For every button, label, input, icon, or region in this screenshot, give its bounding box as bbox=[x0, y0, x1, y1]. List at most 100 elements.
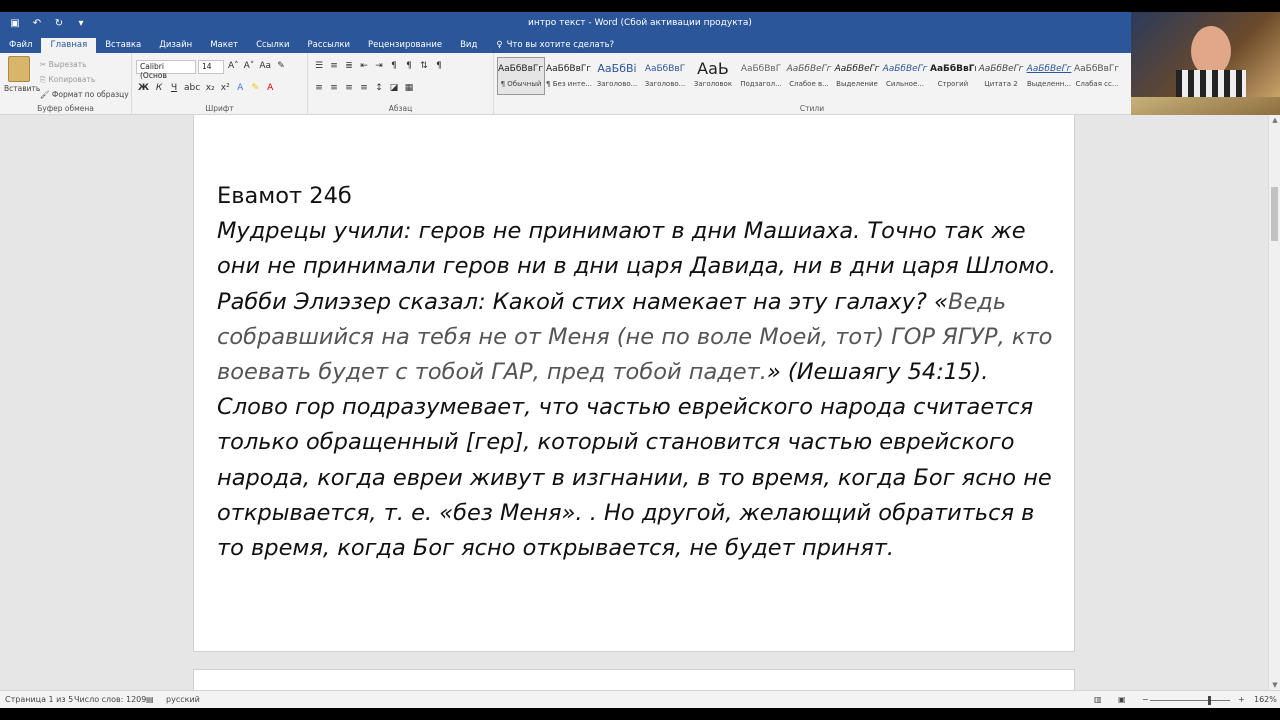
show-marks-icon[interactable]: ¶ bbox=[434, 61, 444, 71]
style-intense-quote[interactable]: АаБбВеГг Выделенн... bbox=[1025, 57, 1073, 95]
justify-icon[interactable]: ≡ bbox=[359, 83, 369, 93]
strikethrough-icon[interactable]: abc bbox=[184, 83, 200, 93]
style-heading-1[interactable]: АаБбВі Заголово... bbox=[593, 57, 641, 95]
multilevel-list-icon[interactable]: ≣ bbox=[344, 61, 354, 71]
status-bar: Страница 1 из 5 Число слов: 1209 ▤ русск… bbox=[0, 690, 1280, 708]
rtl-icon[interactable]: ¶ bbox=[404, 61, 414, 71]
tell-me-search[interactable]: ♀ Что вы хотите сделать? bbox=[486, 38, 614, 53]
subscript-icon[interactable]: x₂ bbox=[205, 83, 215, 93]
sort-icon[interactable]: ⇅ bbox=[419, 61, 429, 71]
zoom-in-icon[interactable]: + bbox=[1238, 695, 1245, 704]
document-body[interactable]: Евамот 24б Мудрецы учили: геров не прини… bbox=[217, 179, 1062, 566]
tab-design[interactable]: Дизайн bbox=[150, 38, 201, 53]
align-left-icon[interactable]: ≡ bbox=[314, 83, 324, 93]
presenter-body bbox=[1176, 70, 1246, 97]
style-no-spacing[interactable]: АаБбВвГг, ¶ Без инте... bbox=[545, 57, 593, 95]
tab-references[interactable]: Ссылки bbox=[247, 38, 298, 53]
borders-icon[interactable]: ▦ bbox=[404, 83, 414, 93]
document-page[interactable]: Евамот 24б Мудрецы учили: геров не прини… bbox=[193, 115, 1075, 652]
format-painter-button[interactable]: 🖌 Формат по образцу bbox=[40, 87, 129, 102]
cut-button[interactable]: ✂ Вырезать bbox=[40, 57, 129, 72]
underline-icon[interactable]: Ч bbox=[169, 83, 179, 93]
font-group-label: Шрифт bbox=[205, 104, 234, 113]
font-color-icon[interactable]: A bbox=[265, 83, 275, 93]
grow-font-icon[interactable]: A˄ bbox=[228, 61, 239, 71]
zoom-slider-thumb[interactable] bbox=[1208, 696, 1211, 705]
presenter-head bbox=[1191, 26, 1231, 76]
paste-button[interactable]: Вставить bbox=[4, 56, 40, 93]
word-count[interactable]: Число слов: 1209 bbox=[74, 695, 146, 704]
shading-icon[interactable]: ◪ bbox=[389, 83, 399, 93]
clipboard-group: Вставить ✂ Вырезать ⎘ Копировать 🖌 Форма… bbox=[0, 53, 132, 115]
style-normal[interactable]: АаБбВвГг, ¶ Обычный bbox=[497, 57, 545, 95]
style-strong[interactable]: АаБбВвГг,Строгий bbox=[929, 57, 977, 95]
style-heading-2[interactable]: АаБбВвГ Заголово... bbox=[641, 57, 689, 95]
document-area: Евамот 24б Мудрецы учили: геров не прини… bbox=[0, 115, 1268, 690]
clear-format-icon[interactable]: ✎ bbox=[276, 61, 286, 71]
zoom-out-icon[interactable]: − bbox=[1142, 695, 1149, 704]
title-bar: ▣ ↶ ↻ ▾ интро текст - Word (Сбой активац… bbox=[0, 12, 1280, 36]
scroll-down-icon[interactable]: ▼ bbox=[1269, 681, 1280, 689]
text-effects-icon[interactable]: A bbox=[235, 83, 245, 93]
paragraph-part-2: » (Иешаягу 54:15). Слово гор подразумева… bbox=[217, 359, 1052, 562]
scroll-up-icon[interactable]: ▲ bbox=[1269, 116, 1280, 124]
screen-bottom-edge bbox=[0, 708, 1280, 720]
styles-group-label: Стили bbox=[799, 104, 825, 113]
document-heading: Евамот 24б bbox=[217, 183, 352, 209]
vertical-scrollbar[interactable]: ▲ ▼ bbox=[1268, 115, 1280, 690]
style-subtitle[interactable]: АаБбВвГ Подзагол... bbox=[737, 57, 785, 95]
tab-layout[interactable]: Макет bbox=[201, 38, 247, 53]
proofing-icon[interactable]: ▤ bbox=[146, 695, 154, 704]
font-name-select[interactable]: Calibri (Основ bbox=[136, 60, 196, 80]
bold-icon[interactable]: Ж bbox=[138, 83, 149, 93]
ribbon: Вставить ✂ Вырезать ⎘ Копировать 🖌 Форма… bbox=[0, 53, 1280, 115]
print-layout-icon[interactable]: ▣ bbox=[1118, 695, 1126, 704]
document-paragraph: Мудрецы учили: геров не принимают в дни … bbox=[217, 214, 1062, 566]
style-subtle-reference[interactable]: АаБбВвГг, Слабая сс... bbox=[1073, 57, 1121, 95]
paragraph-group: ☰ ≡ ≣ ⇤ ⇥ ¶ ¶ ⇅ ¶ ≡ ≡ ≡ ≡ ↕ ◪ ▦ Абзац bbox=[308, 53, 494, 115]
webcam-presenter bbox=[1131, 12, 1280, 97]
increase-indent-icon[interactable]: ⇥ bbox=[374, 61, 384, 71]
zoom-slider[interactable] bbox=[1150, 700, 1230, 701]
superscript-icon[interactable]: x² bbox=[220, 83, 230, 93]
zoom-level[interactable]: 162% bbox=[1254, 695, 1277, 704]
change-case-icon[interactable]: Aa bbox=[259, 61, 271, 71]
numbering-icon[interactable]: ≡ bbox=[329, 61, 339, 71]
document-page-2[interactable] bbox=[193, 669, 1075, 690]
lightbulb-icon: ♀ bbox=[496, 40, 503, 50]
font-size-select[interactable]: 14 bbox=[198, 60, 224, 74]
line-spacing-icon[interactable]: ↕ bbox=[374, 83, 384, 93]
language-label[interactable]: русский bbox=[166, 695, 200, 704]
style-intense-emphasis[interactable]: АаБбВеГг Сильное... bbox=[881, 57, 929, 95]
italic-icon[interactable]: К bbox=[154, 83, 164, 93]
clipboard-icon bbox=[8, 56, 30, 82]
tab-file[interactable]: Файл bbox=[0, 38, 41, 53]
font-group: Calibri (Основ 14 A˄ A˅ Aa ✎ Ж К Ч abc x… bbox=[132, 53, 308, 115]
tab-view[interactable]: Вид bbox=[451, 38, 486, 53]
paragraph-part-1: Мудрецы учили: геров не принимают в дни … bbox=[217, 218, 1056, 315]
tab-mailings[interactable]: Рассылки bbox=[299, 38, 359, 53]
tab-review[interactable]: Рецензирование bbox=[359, 38, 451, 53]
style-emphasis[interactable]: АаБбВеГг Выделение bbox=[833, 57, 881, 95]
window-title: интро текст - Word (Сбой активации проду… bbox=[528, 18, 752, 28]
styles-gallery: АаБбВвГг, ¶ Обычный АаБбВвГг, ¶ Без инте..… bbox=[497, 57, 1121, 95]
style-title[interactable]: АаЬ Заголовок bbox=[689, 57, 737, 95]
align-right-icon[interactable]: ≡ bbox=[344, 83, 354, 93]
highlight-icon[interactable]: ✎ bbox=[250, 83, 260, 93]
read-mode-icon[interactable]: ▥ bbox=[1094, 695, 1102, 704]
decrease-indent-icon[interactable]: ⇤ bbox=[359, 61, 369, 71]
paragraph-group-label: Абзац bbox=[388, 104, 413, 113]
scrollbar-thumb[interactable] bbox=[1271, 187, 1278, 241]
tab-home[interactable]: Главная bbox=[41, 38, 97, 53]
ribbon-tabs: Файл Главная Вставка Дизайн Макет Ссылки… bbox=[0, 36, 1280, 53]
tab-insert[interactable]: Вставка bbox=[96, 38, 150, 53]
clipboard-group-label: Буфер обмена bbox=[37, 104, 94, 113]
style-quote-2[interactable]: АаБбВеГг Цитата 2 bbox=[977, 57, 1025, 95]
shrink-font-icon[interactable]: A˅ bbox=[244, 61, 255, 71]
bullets-icon[interactable]: ☰ bbox=[314, 61, 324, 71]
align-center-icon[interactable]: ≡ bbox=[329, 83, 339, 93]
copy-button[interactable]: ⎘ Копировать bbox=[40, 72, 129, 87]
style-subtle-emphasis[interactable]: АаБбВеГг Слабое в... bbox=[785, 57, 833, 95]
page-count[interactable]: Страница 1 из 5 bbox=[5, 695, 73, 704]
ltr-icon[interactable]: ¶ bbox=[389, 61, 399, 71]
